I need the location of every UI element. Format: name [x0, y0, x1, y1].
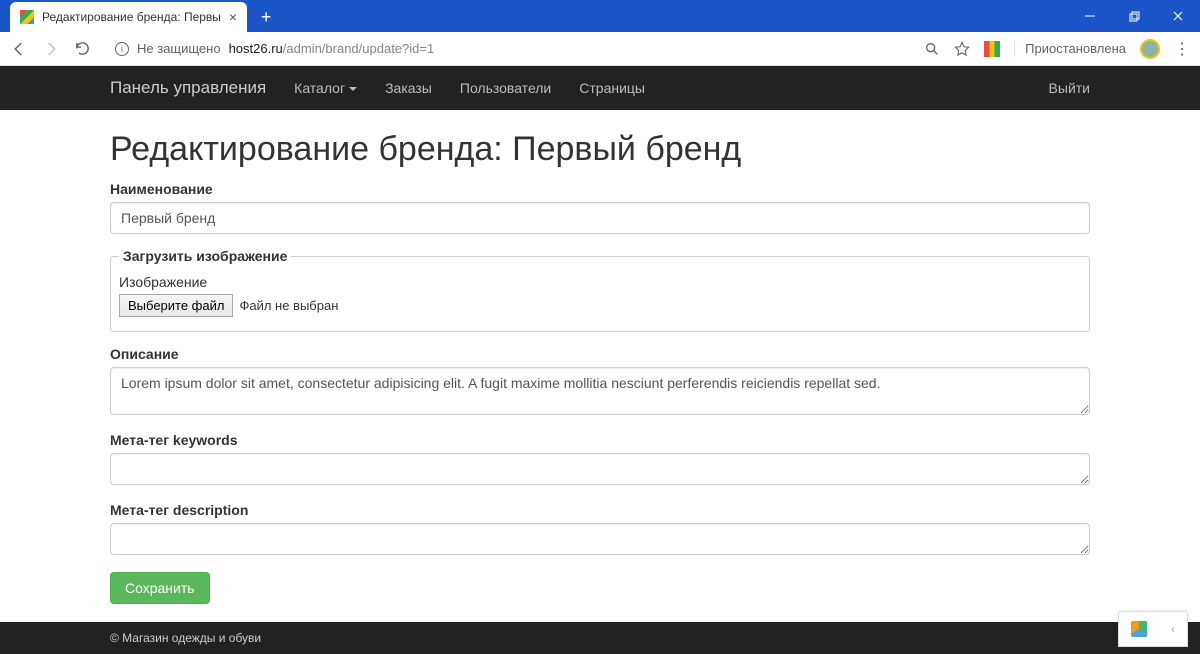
search-in-page-icon[interactable]	[924, 41, 940, 57]
name-input[interactable]	[110, 202, 1090, 234]
nav-orders[interactable]: Заказы	[385, 80, 432, 96]
file-status: Файл не выбран	[239, 298, 338, 313]
url-text: host26.ru/admin/brand/update?id=1	[229, 41, 435, 56]
chevron-down-icon	[349, 87, 357, 91]
navbar-nav: Каталог Заказы Пользователи Страницы	[294, 80, 645, 96]
admin-navbar: Панель управления Каталог Заказы Пользов…	[0, 66, 1200, 110]
info-icon[interactable]: i	[115, 42, 129, 56]
nav-catalog[interactable]: Каталог	[294, 80, 357, 96]
page-container: Редактирование бренда: Первый бренд Наим…	[0, 110, 1200, 622]
favicon-icon	[20, 10, 34, 24]
extension-icon[interactable]	[984, 41, 1000, 57]
meta-keywords-label: Мета-тег keywords	[110, 432, 1090, 448]
footer: © Магазин одежды и обуви	[0, 622, 1200, 654]
sync-paused-label[interactable]: Приостановлена	[1014, 41, 1126, 56]
meta-keywords-input[interactable]	[110, 453, 1090, 485]
maximize-icon[interactable]	[1112, 2, 1156, 30]
back-icon[interactable]	[10, 40, 28, 58]
description-input[interactable]: Lorem ipsum dolor sit amet, consectetur …	[110, 367, 1090, 415]
meta-description-input[interactable]	[110, 523, 1090, 555]
choose-file-button[interactable]: Выберите файл	[119, 294, 233, 317]
yii-logo-icon	[1131, 621, 1147, 637]
window-close-icon[interactable]	[1156, 2, 1200, 30]
upload-legend: Загрузить изображение	[119, 248, 291, 264]
close-icon[interactable]: ×	[229, 9, 237, 25]
upload-fieldset: Загрузить изображение Изображение Выбери…	[110, 248, 1090, 332]
copyright: © Магазин одежды и обуви	[110, 631, 261, 645]
tab-title: Редактирование бренда: Первы	[42, 10, 221, 24]
name-label: Наименование	[110, 181, 1090, 197]
address-bar: i Не защищено host26.ru/admin/brand/upda…	[0, 32, 1200, 66]
browser-tab[interactable]: Редактирование бренда: Первы ×	[10, 2, 247, 32]
star-icon[interactable]	[954, 41, 970, 57]
url-field[interactable]: i Не защищено host26.ru/admin/brand/upda…	[105, 41, 910, 56]
yii-debug-toolbar[interactable]: ‹	[1118, 611, 1188, 647]
kebab-menu-icon[interactable]: ⋮	[1174, 39, 1190, 59]
forward-icon[interactable]	[42, 40, 60, 58]
page-title: Редактирование бренда: Первый бренд	[110, 130, 1090, 169]
profile-avatar[interactable]	[1140, 39, 1160, 59]
browser-tab-bar: Редактирование бренда: Первы × +	[0, 0, 1200, 32]
chevron-left-icon[interactable]: ‹	[1171, 622, 1175, 636]
minimize-icon[interactable]	[1068, 2, 1112, 30]
insecure-label: Не защищено	[137, 41, 221, 56]
navbar-brand[interactable]: Панель управления	[110, 78, 266, 98]
new-tab-button[interactable]: +	[253, 4, 279, 30]
reload-icon[interactable]	[74, 40, 91, 57]
description-label: Описание	[110, 346, 1090, 362]
nav-pages[interactable]: Страницы	[579, 80, 645, 96]
meta-description-label: Мета-тег description	[110, 502, 1090, 518]
image-label: Изображение	[119, 274, 1081, 290]
logout-link[interactable]: Выйти	[1049, 80, 1090, 96]
nav-users[interactable]: Пользователи	[460, 80, 551, 96]
save-button[interactable]: Сохранить	[110, 572, 210, 604]
